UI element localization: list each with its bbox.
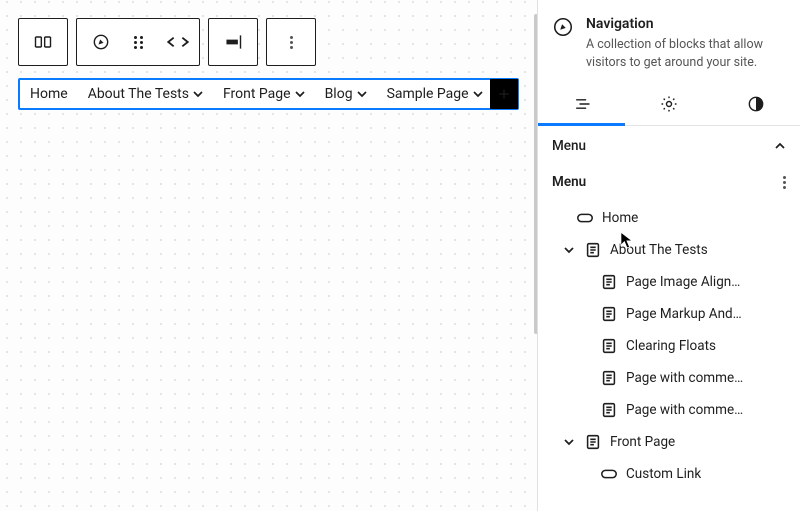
plus-icon — [496, 86, 512, 102]
page-icon — [600, 337, 618, 355]
menu-name-label: Menu — [552, 174, 586, 190]
tree-item-label: Page with comme… — [626, 402, 743, 418]
list-view-icon — [572, 94, 592, 114]
nav-item-label: Front Page — [223, 86, 291, 102]
tree-item-label: Front Page — [610, 434, 675, 450]
navigation-tree: Home About The Tests Page Image Align… Page… — [538, 198, 800, 496]
nav-item-label: About The Tests — [88, 86, 189, 102]
navigation-block-icon — [33, 32, 53, 52]
tree-item-label: Page Markup And… — [626, 306, 742, 322]
nav-item-front-page[interactable]: Front Page — [213, 80, 315, 108]
page-icon — [600, 369, 618, 387]
editor-canvas: Home About The Tests Front Page Blog Sam… — [0, 0, 537, 511]
nav-item-about[interactable]: About The Tests — [78, 80, 213, 108]
section-label: Menu — [552, 138, 586, 154]
justify-right-icon — [223, 32, 243, 52]
tree-item[interactable]: Page Image Align… — [544, 266, 794, 298]
compass-icon — [552, 16, 574, 38]
chevron-down-icon — [295, 89, 305, 99]
chevron-down-icon — [193, 89, 203, 99]
tree-item[interactable]: Page with comme… — [544, 394, 794, 426]
move-buttons[interactable] — [157, 19, 199, 65]
tab-settings[interactable] — [625, 82, 712, 125]
add-block-button[interactable] — [490, 79, 518, 109]
tree-item[interactable]: Home — [544, 202, 794, 234]
tree-item-label: Custom Link — [626, 466, 701, 482]
custom-link-icon — [576, 209, 594, 227]
drag-handle-icon — [134, 36, 148, 49]
custom-link-icon — [600, 465, 618, 483]
chevron-up-icon — [774, 140, 786, 152]
settings-sidebar: Navigation A collection of blocks that a… — [537, 0, 800, 511]
sidebar-header: Navigation A collection of blocks that a… — [538, 0, 800, 82]
tab-list-view[interactable] — [538, 82, 625, 125]
gear-icon — [659, 94, 679, 114]
mouse-cursor-icon — [620, 231, 634, 249]
block-toolbar — [18, 18, 519, 66]
menu-name-row: Menu — [538, 166, 800, 198]
justify-items-button[interactable] — [209, 19, 257, 65]
compass-icon — [91, 32, 111, 52]
nav-item-label: Blog — [325, 86, 353, 102]
styles-icon — [746, 94, 766, 114]
nav-item-sample[interactable]: Sample Page — [377, 80, 493, 108]
more-vertical-icon — [290, 36, 293, 49]
nav-item-label: Home — [30, 86, 68, 102]
nav-item-blog[interactable]: Blog — [315, 80, 377, 108]
tree-item-label: Page with comme… — [626, 370, 743, 386]
page-icon — [600, 305, 618, 323]
menu-section-header[interactable]: Menu — [538, 126, 800, 166]
chevron-down-icon[interactable] — [562, 436, 576, 448]
tree-item-label: Clearing Floats — [626, 338, 716, 354]
navigation-block-icon-button[interactable] — [19, 19, 67, 65]
navigation-block[interactable]: Home About The Tests Front Page Blog Sam… — [18, 78, 519, 110]
menu-actions-button[interactable] — [783, 176, 786, 189]
more-vertical-icon — [783, 176, 786, 189]
toolbar-group-more — [266, 18, 316, 66]
sidebar-tabs — [538, 82, 800, 126]
tree-item[interactable]: Page Markup And… — [544, 298, 794, 330]
tree-item-label: Page Image Align… — [626, 274, 740, 290]
block-title: Navigation — [586, 16, 786, 32]
tree-item[interactable]: Page with comme… — [544, 362, 794, 394]
nav-item-home[interactable]: Home — [20, 80, 78, 108]
change-block-type-button[interactable] — [77, 19, 125, 65]
tree-item-label: Home — [602, 210, 638, 226]
tab-styles[interactable] — [713, 82, 800, 125]
nav-item-label: Sample Page — [387, 86, 469, 102]
page-icon — [600, 273, 618, 291]
tree-item[interactable]: Custom Link — [544, 458, 794, 490]
more-options-button[interactable] — [267, 19, 315, 65]
toolbar-group-justify — [208, 18, 258, 66]
drag-handle-button[interactable] — [125, 19, 157, 65]
tree-item[interactable]: Front Page — [544, 426, 794, 458]
tree-item[interactable]: About The Tests — [544, 234, 794, 266]
chevron-left-right-icon — [165, 35, 191, 49]
chevron-down-icon[interactable] — [562, 244, 576, 256]
page-icon — [584, 241, 602, 259]
chevron-down-icon — [357, 89, 367, 99]
toolbar-group-transform — [76, 18, 200, 66]
block-description: A collection of blocks that allow visito… — [586, 36, 786, 72]
chevron-down-icon — [473, 89, 483, 99]
tree-item[interactable]: Clearing Floats — [544, 330, 794, 362]
page-icon — [600, 401, 618, 419]
toolbar-group-block — [18, 18, 68, 66]
page-icon — [584, 433, 602, 451]
